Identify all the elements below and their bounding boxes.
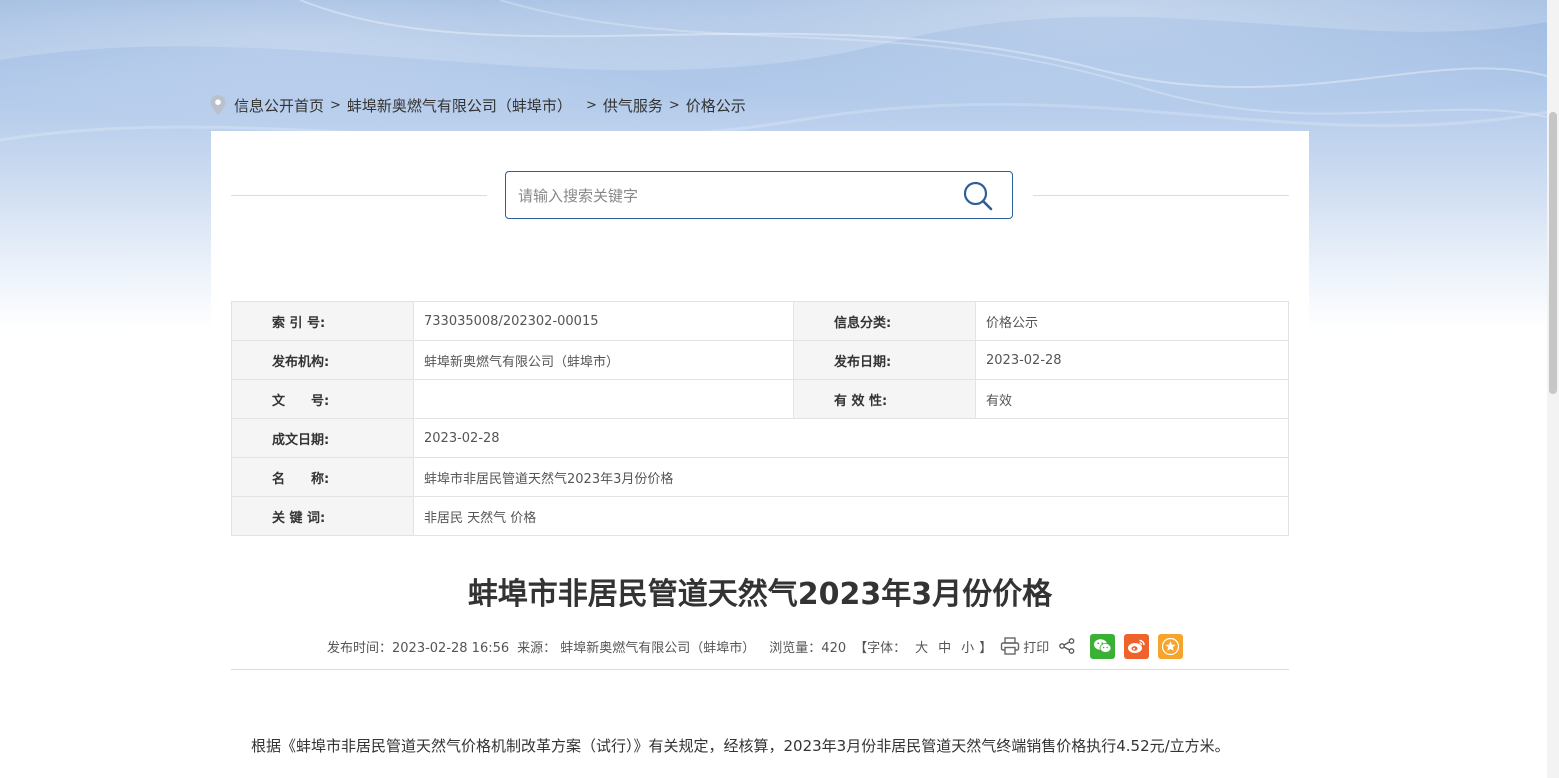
name-value: 蚌埠市非居民管道天然气2023年3月份价格: [413, 457, 1289, 497]
table-row: 索 引 号: 733035008/202302-00015 信息分类: 价格公示: [231, 301, 1289, 341]
category-label: 信息分类:: [793, 301, 976, 341]
search-divider-left: [231, 195, 487, 196]
breadcrumb-company-link[interactable]: 蚌埠新奥燃气有限公司（蚌埠市）: [347, 95, 572, 116]
publish-date-label: 发布日期:: [793, 340, 976, 380]
font-size-prefix: 【字体：: [854, 640, 907, 656]
breadcrumb-separator: >: [330, 97, 341, 113]
print-button[interactable]: 打印: [1000, 637, 1049, 656]
keywords-label: 关 键 词:: [231, 496, 414, 536]
publisher-value: 蚌埠新奥燃气有限公司（蚌埠市）: [413, 340, 794, 380]
name-label: 名 称:: [231, 457, 414, 497]
doc-number-value: [413, 379, 794, 419]
wechat-icon: [1094, 639, 1112, 653]
weibo-icon: [1128, 639, 1146, 653]
breadcrumb-separator: >: [585, 97, 597, 113]
scrollbar-track[interactable]: [1547, 0, 1559, 778]
favorite-button[interactable]: [1158, 633, 1184, 659]
search-box: [505, 171, 1013, 220]
location-pin-icon: [210, 95, 226, 115]
doc-number-label: 文 号:: [231, 379, 414, 419]
weibo-share-button[interactable]: [1124, 633, 1150, 659]
metadata-table: 索 引 号: 733035008/202302-00015 信息分类: 价格公示…: [231, 301, 1289, 536]
index-value: 733035008/202302-00015: [413, 301, 794, 341]
table-row: 成文日期: 2023-02-28: [231, 418, 1289, 458]
breadcrumb-price-notice-link[interactable]: 价格公示: [686, 95, 746, 116]
scrollbar-thumb[interactable]: [1549, 112, 1557, 394]
article-title: 蚌埠市非居民管道天然气2023年3月份价格: [467, 577, 1053, 612]
content-card: 索 引 号: 733035008/202302-00015 信息分类: 价格公示…: [211, 131, 1309, 778]
breadcrumb-home-link[interactable]: 信息公开首页: [234, 95, 324, 116]
article-info-bar: 发布时间：2023-02-28 16:56 来源： 蚌埠新奥燃气有限公司（蚌埠市…: [327, 633, 1184, 659]
share-icon[interactable]: [1059, 638, 1075, 654]
wechat-share-button[interactable]: [1090, 633, 1116, 659]
font-size-suffix: 】: [979, 640, 993, 656]
font-small-button[interactable]: 小: [961, 637, 974, 656]
article-body: 根据《蚌埠市非居民管道天然气价格机制改革方案（试行）》有关规定，经核算，2023…: [251, 737, 1230, 755]
breadcrumb-gas-service-link[interactable]: 供气服务: [603, 95, 663, 116]
view-count: 浏览量：420: [769, 640, 847, 656]
search-icon[interactable]: [962, 180, 994, 212]
keywords-value: 非居民 天然气 价格: [413, 496, 1289, 536]
article-source: 来源： 蚌埠新奥燃气有限公司（蚌埠市）: [517, 640, 756, 656]
search-input[interactable]: [516, 172, 950, 220]
validity-label: 有 效 性:: [793, 379, 976, 419]
validity-value: 有效: [975, 379, 1289, 419]
written-date-value: 2023-02-28: [413, 418, 1289, 458]
table-row: 名 称: 蚌埠市非居民管道天然气2023年3月份价格: [231, 457, 1289, 497]
font-large-button[interactable]: 大: [915, 637, 928, 656]
publish-time: 发布时间：2023-02-28 16:56: [327, 640, 510, 656]
search-divider-right: [1033, 195, 1289, 196]
breadcrumb: 信息公开首页 > 蚌埠新奥燃气有限公司（蚌埠市） > 供气服务 > 价格公示: [210, 92, 746, 118]
table-row: 文 号: 有 效 性: 有效: [231, 379, 1289, 419]
info-divider: [231, 669, 1289, 670]
written-date-label: 成文日期:: [231, 418, 414, 458]
publisher-label: 发布机构:: [231, 340, 414, 380]
category-value: 价格公示: [975, 301, 1289, 341]
breadcrumb-separator: >: [668, 97, 680, 113]
print-label: 打印: [1023, 640, 1050, 656]
table-row: 发布机构: 蚌埠新奥燃气有限公司（蚌埠市） 发布日期: 2023-02-28: [231, 340, 1289, 380]
publish-date-value: 2023-02-28: [975, 340, 1289, 380]
index-label: 索 引 号:: [231, 301, 414, 341]
table-row: 关 键 词: 非居民 天然气 价格: [231, 496, 1289, 536]
font-medium-button[interactable]: 中: [938, 637, 951, 656]
star-icon: [1162, 637, 1180, 655]
printer-icon: [1001, 637, 1020, 655]
